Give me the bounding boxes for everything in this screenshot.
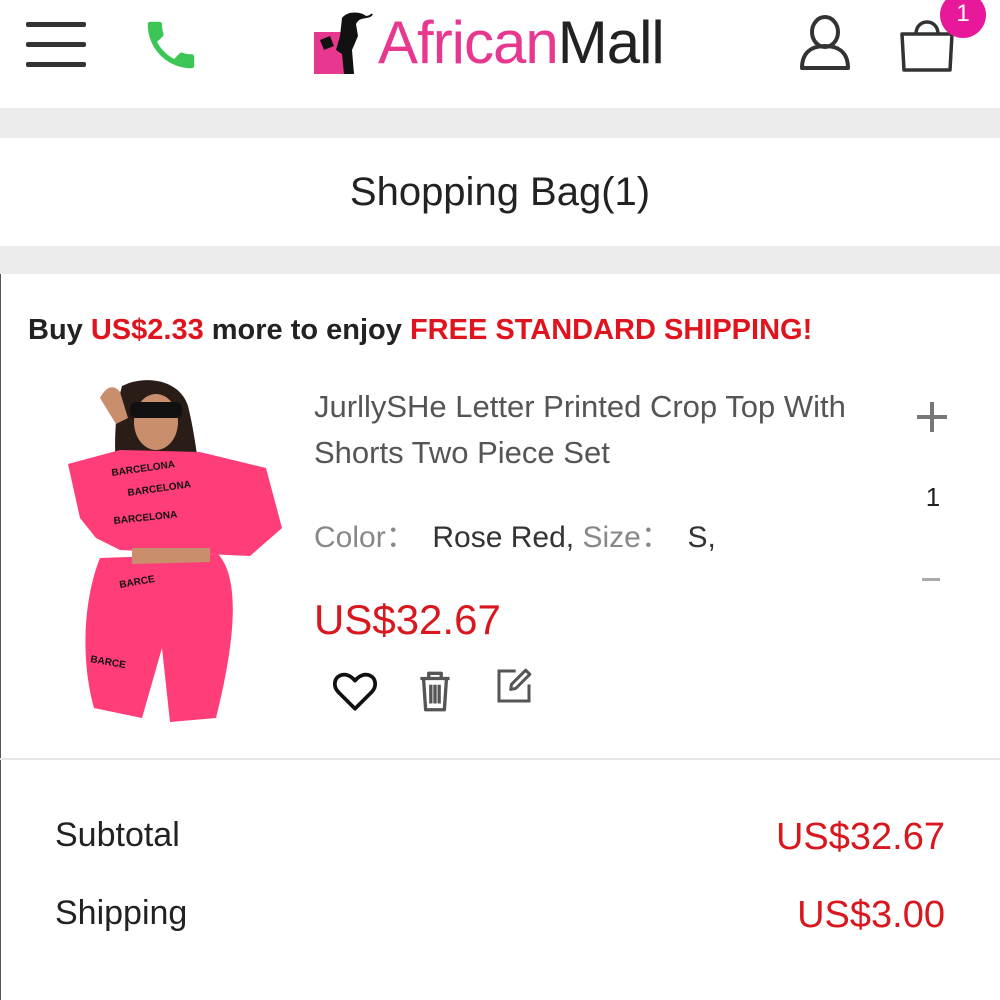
brand-logo[interactable]: AfricanMall [312,8,665,78]
section-separator [0,246,1000,274]
promo-amount: US$2.33 [90,314,204,346]
shipping-value: US$3.00 [797,894,945,936]
heart-icon[interactable] [330,666,380,716]
logo-text-african: African [378,9,559,76]
divider [0,758,1000,760]
menu-icon[interactable] [26,22,88,68]
app-header: AfricanMall 1 [0,0,1000,108]
section-separator [0,108,1000,138]
quantity-value: 1 [925,482,941,512]
decrease-quantity-button[interactable] [922,578,940,581]
shipping-label: Shipping [55,894,188,932]
promo-middle: more to enjoy [203,314,410,346]
edit-icon[interactable] [494,666,544,716]
cart-count-badge: 1 [940,0,986,38]
subtotal-label: Subtotal [55,816,180,854]
logo-wordmark: AfricanMall [378,13,665,73]
free-shipping-banner: Buy US$2.33 more to enjoy FREE STANDARD … [28,314,812,347]
color-value: Rose Red [432,521,566,554]
subtotal-row: Subtotal US$32.67 [55,816,945,866]
phone-icon[interactable] [138,14,204,76]
page-title-bar: Shopping Bag(1) [0,138,1000,246]
product-title[interactable]: JurllySHe Letter Printed Crop Top With S… [314,384,874,476]
product-image[interactable]: BARCELONA BARCELONA BARCE BARCELONA BARC… [50,378,282,728]
promo-prefix: Buy [28,314,91,346]
size-label: Size： [582,521,671,554]
product-attributes: Color： Rose Red, Size： S, [314,521,716,554]
shipping-row: Shipping US$3.00 [55,894,945,944]
size-value: S [687,521,708,554]
increase-quantity-button[interactable] [908,392,956,440]
page-title: Shopping Bag(1) [349,170,651,214]
color-label: Color： [314,521,416,554]
user-icon[interactable] [798,12,852,72]
subtotal-value: US$32.67 [775,816,945,858]
logo-text-mall: Mall [557,9,665,76]
logo-mark-icon [314,12,373,74]
promo-offer: FREE STANDARD SHIPPING! [409,314,813,346]
product-price: US$32.67 [314,596,501,643]
trash-icon[interactable] [410,666,460,716]
